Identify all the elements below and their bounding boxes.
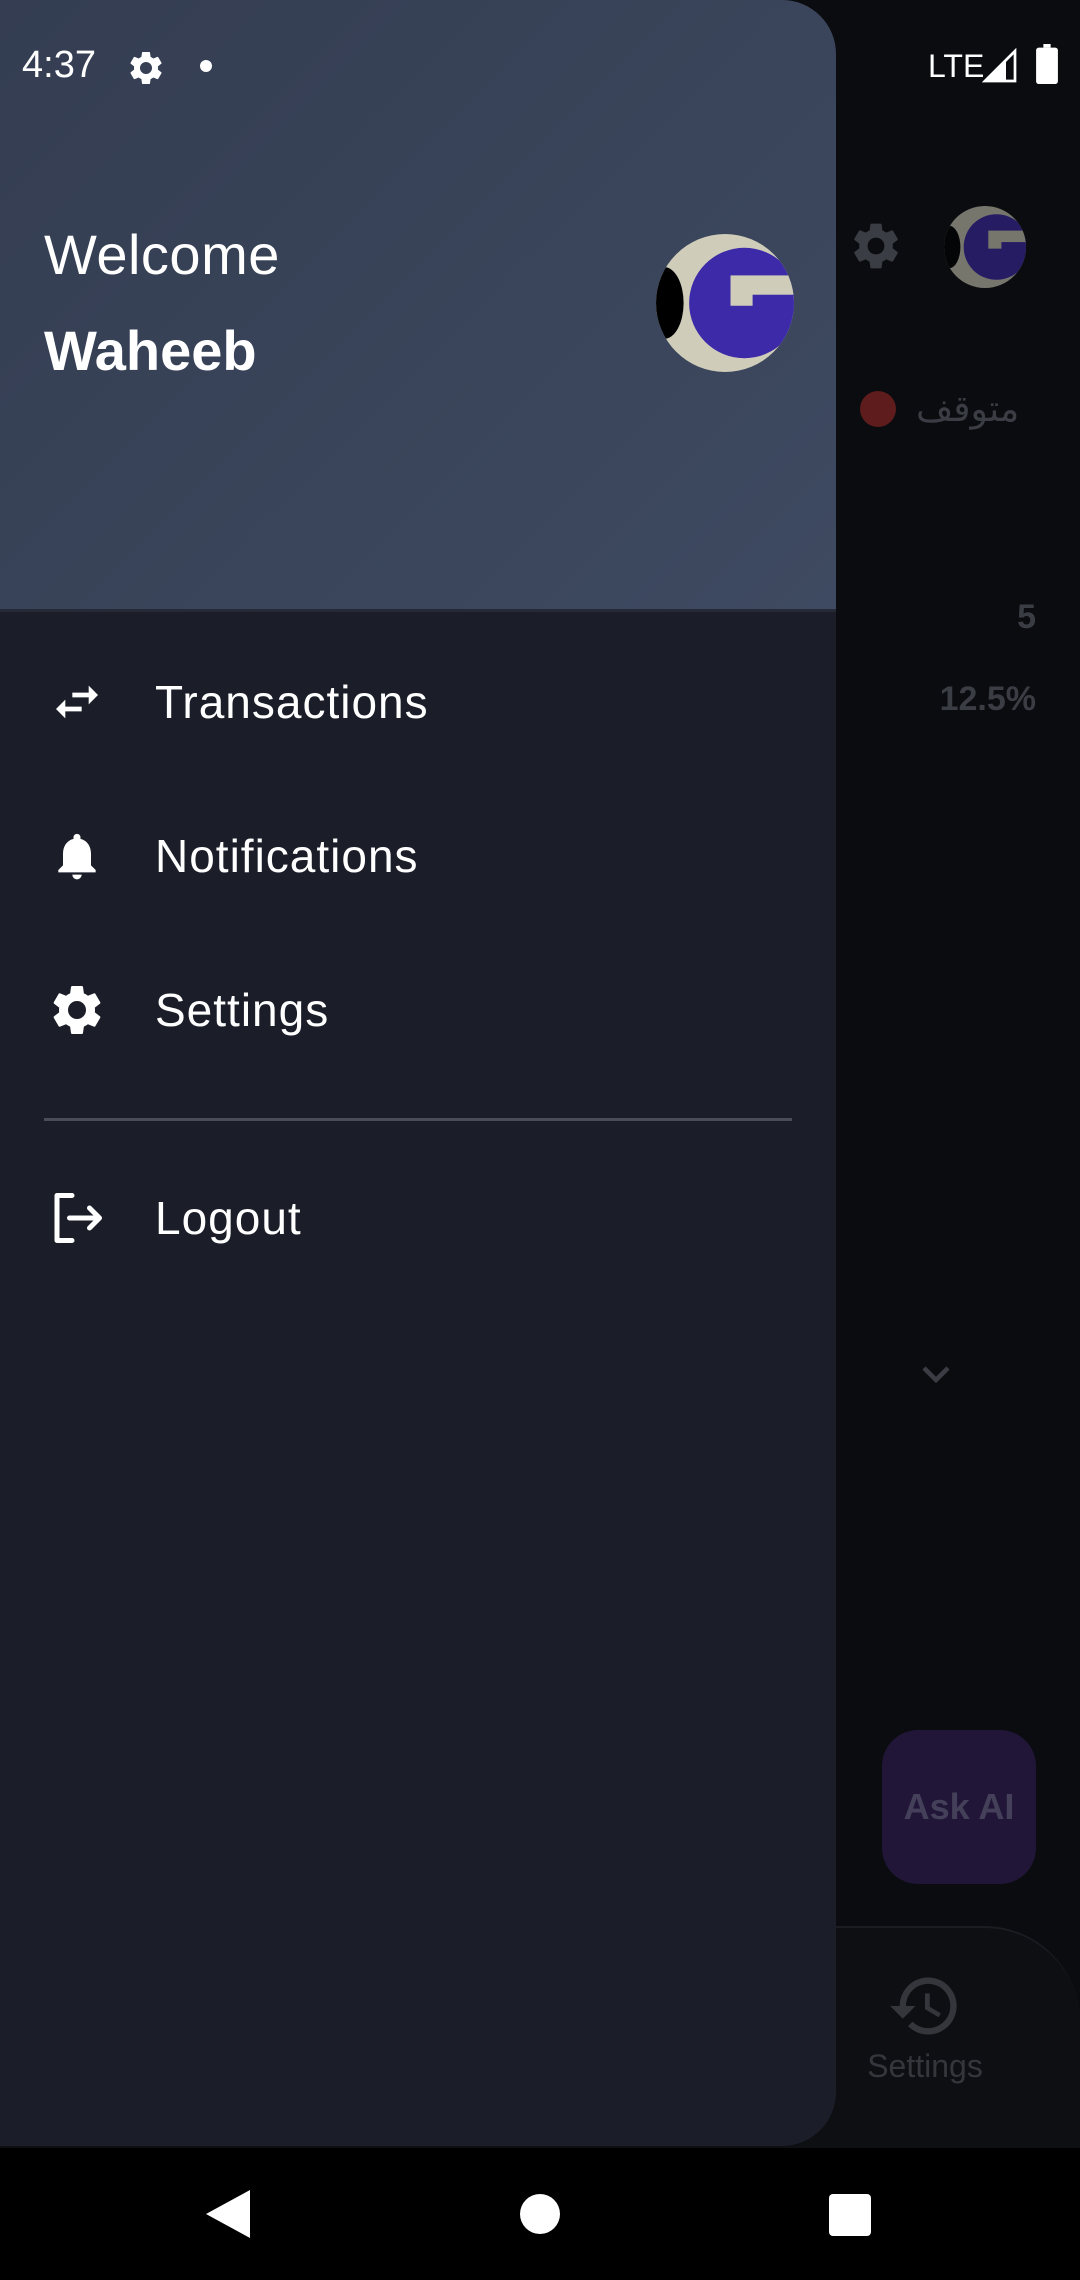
history-icon	[890, 1977, 957, 2035]
menu-item-transactions[interactable]: Transactions	[0, 632, 836, 772]
menu-item-notifications[interactable]: Notifications	[0, 786, 836, 926]
menu-divider	[44, 1118, 792, 1121]
home-icon[interactable]	[520, 2194, 560, 2234]
bell-icon	[44, 823, 110, 889]
battery-icon	[1036, 44, 1058, 84]
g-logo-icon	[944, 206, 1026, 288]
ask-ai-button[interactable]: Ask AI	[882, 1730, 1036, 1884]
recents-icon[interactable]	[829, 2194, 871, 2236]
status-bar: 4:37 LTE	[0, 0, 1080, 138]
system-nav-bar	[0, 2148, 1080, 2280]
background-gear-icon	[854, 223, 898, 269]
menu-item-settings[interactable]: Settings	[0, 940, 836, 1080]
menu-label-settings: Settings	[155, 984, 330, 1036]
chevron-down-icon[interactable]	[918, 1356, 954, 1392]
background-status: متوقف	[860, 384, 1019, 434]
background-value-count: 5	[1017, 598, 1036, 636]
screen: متوقف 5 12.5% Ask AI Settings 4:37 LTE W…	[0, 0, 1080, 2280]
navigation-drawer: Welcome Waheeb Transactions Notification…	[0, 0, 836, 2146]
network-type: LTE	[928, 48, 985, 84]
menu-item-logout[interactable]: Logout	[0, 1148, 836, 1288]
swap-arrows-icon	[44, 669, 110, 735]
status-time: 4:37	[22, 44, 96, 86]
welcome-text: Welcome	[44, 223, 280, 286]
signal-icon	[982, 48, 1017, 83]
status-dot	[860, 391, 896, 427]
background-value-percent: 12.5%	[939, 680, 1036, 718]
gear-icon	[130, 51, 162, 84]
bottom-nav-label: Settings	[867, 2048, 983, 2084]
notification-dot-icon	[200, 60, 212, 72]
menu-label-notifications: Notifications	[155, 830, 419, 882]
bottom-nav-item-settings[interactable]: Settings	[860, 1968, 990, 2085]
menu-label-transactions: Transactions	[155, 676, 429, 728]
username: Waheeb	[44, 319, 257, 382]
background-status-text: متوقف	[916, 388, 1020, 430]
gear-icon	[44, 977, 110, 1043]
g-logo-icon	[656, 234, 794, 372]
back-icon[interactable]	[206, 2190, 250, 2238]
background-avatar[interactable]	[944, 206, 1026, 288]
avatar[interactable]	[656, 234, 794, 372]
logout-icon	[44, 1185, 110, 1251]
menu-label-logout: Logout	[155, 1192, 302, 1244]
